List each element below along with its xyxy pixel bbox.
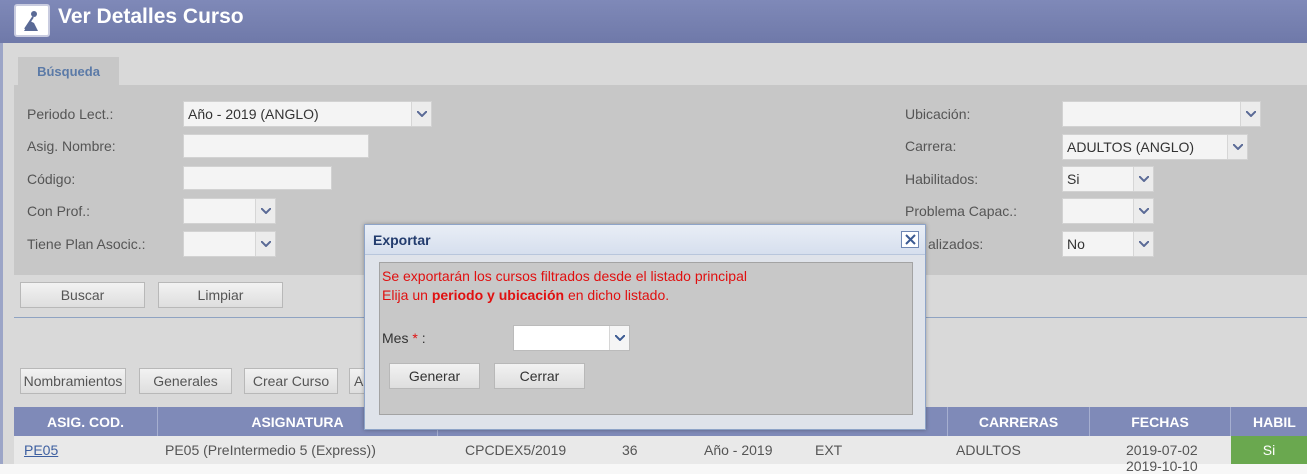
chevron-down-icon: [1227, 135, 1247, 159]
message-suffix: en dicho listado.: [564, 287, 670, 303]
carrera-value: ADULTOS (ANGLO): [1067, 139, 1195, 155]
message-prefix: Elija un: [382, 287, 432, 303]
course-period: Año - 2019: [704, 442, 773, 458]
chevron-down-icon: [1240, 102, 1260, 126]
col-carreras[interactable]: CARRERAS: [948, 407, 1090, 436]
dialog-title: Exportar: [373, 232, 431, 248]
habilitados-label: Habilitados:: [905, 171, 979, 187]
title-bar: Ver Detalles Curso: [0, 0, 1307, 43]
table-row: PE05 PE05 (PreIntermedio 5 (Express)) CP…: [14, 436, 1307, 474]
generales-button[interactable]: Generales: [139, 368, 232, 394]
dialog-header: Exportar: [365, 225, 925, 255]
codigo-label: Código:: [27, 171, 76, 187]
nombramientos-button[interactable]: Nombramientos: [20, 368, 126, 394]
con-prof-select[interactable]: [183, 198, 276, 224]
chevron-down-icon: [1133, 167, 1153, 191]
mes-label: Mes * :: [382, 330, 426, 346]
habil-status-badge: Si: [1231, 436, 1307, 464]
export-dialog: Exportar Se exportarán los cursos filtra…: [364, 224, 926, 430]
buscar-button[interactable]: Buscar: [20, 282, 145, 308]
chevron-down-icon: [411, 102, 431, 126]
limpiar-button[interactable]: Limpiar: [158, 282, 283, 308]
dialog-body: Se exportarán los cursos filtrados desde…: [379, 262, 913, 415]
export-message-line2: Elija un periodo y ubicación en dicho li…: [382, 287, 669, 303]
problema-select[interactable]: [1062, 198, 1154, 224]
ubicacion-select[interactable]: [1062, 101, 1261, 127]
asig-nombre-label: Asig. Nombre:: [27, 138, 116, 154]
tab-busqueda[interactable]: Búsqueda: [18, 57, 119, 85]
finalizados-label: alizados:: [928, 236, 984, 252]
required-mark: *: [412, 330, 418, 346]
habilitados-value: Si: [1067, 171, 1080, 187]
left-border: [0, 43, 3, 464]
carrera-label: Carrera:: [905, 138, 957, 154]
mes-select[interactable]: [513, 325, 630, 351]
chevron-down-icon: [1133, 199, 1153, 223]
app-logo-icon: [14, 4, 50, 37]
chevron-down-icon: [255, 232, 275, 256]
crear-curso-button[interactable]: Crear Curso: [244, 368, 338, 394]
course-start-date: 2019-07-02: [1126, 442, 1198, 458]
chevron-down-icon: [255, 199, 275, 223]
periodo-select[interactable]: Año - 2019 (ANGLO): [183, 101, 432, 127]
mes-colon: :: [421, 330, 426, 346]
course-code-link[interactable]: PE05: [24, 442, 58, 458]
codigo-input[interactable]: [183, 166, 332, 190]
col-habil[interactable]: HABIL: [1231, 407, 1307, 436]
message-emphasis: periodo y ubicación: [431, 287, 565, 303]
page-title: Ver Detalles Curso: [58, 5, 244, 28]
plan-select[interactable]: [183, 231, 276, 257]
generar-button[interactable]: Generar: [389, 363, 480, 389]
close-icon[interactable]: [901, 231, 919, 248]
course-name: PE05 (PreIntermedio 5 (Express)): [165, 442, 376, 458]
con-prof-label: Con Prof.:: [27, 203, 91, 219]
course-type: EXT: [815, 442, 843, 458]
ubicacion-label: Ubicación:: [905, 106, 971, 122]
course-career: ADULTOS: [956, 442, 1021, 458]
chevron-down-icon: [1133, 232, 1153, 256]
course-end-date: 2019-10-10: [1126, 458, 1198, 474]
export-message-line1: Se exportarán los cursos filtrados desde…: [382, 268, 747, 284]
col-fechas[interactable]: FECHAS: [1090, 407, 1231, 436]
finalizados-select[interactable]: No: [1062, 231, 1154, 257]
course-code-year: CPCDEX5/2019: [465, 442, 567, 458]
mes-label-text: Mes: [382, 330, 409, 346]
periodo-label: Periodo Lect.:: [27, 106, 114, 122]
periodo-value: Año - 2019 (ANGLO): [188, 106, 319, 122]
plan-label: Tiene Plan Asocic.:: [27, 236, 146, 252]
habilitados-select[interactable]: Si: [1062, 166, 1154, 192]
cerrar-button[interactable]: Cerrar: [494, 363, 585, 389]
problema-label: Problema Capac.:: [905, 203, 1018, 219]
chevron-down-icon: [609, 326, 629, 350]
col-asig-cod[interactable]: ASIG. COD.: [14, 407, 158, 436]
course-number: 36: [622, 442, 638, 458]
asig-nombre-input[interactable]: [183, 134, 369, 158]
carrera-select[interactable]: ADULTOS (ANGLO): [1062, 134, 1248, 160]
finalizados-value: No: [1067, 236, 1085, 252]
